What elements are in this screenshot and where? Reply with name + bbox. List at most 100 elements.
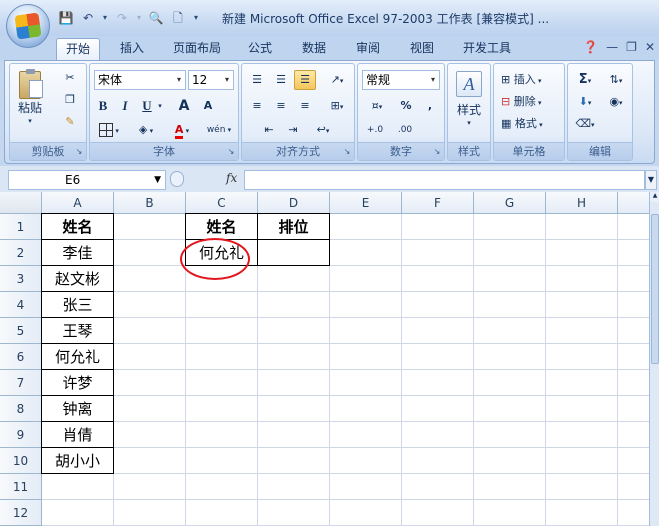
cell-a8[interactable]: 钟离 xyxy=(41,395,114,422)
shrink-font-button[interactable]: A xyxy=(198,96,218,116)
align-middle-button[interactable]: ☰ xyxy=(270,70,292,90)
align-right-button[interactable]: ≡ xyxy=(294,96,316,116)
increase-decimal-button[interactable]: +.0 xyxy=(362,120,388,140)
undo-dropdown-icon[interactable]: ▾ xyxy=(102,10,108,26)
column-header-c[interactable]: C xyxy=(186,192,258,214)
font-launcher-icon[interactable]: ↘ xyxy=(226,147,236,157)
format-cells-button[interactable]: ▦ 格式 ▾ xyxy=(498,114,562,134)
insert-cells-button[interactable]: ⊞ 插入 ▾ xyxy=(498,70,562,90)
underline-button[interactable]: U xyxy=(138,96,156,116)
vertical-scrollbar[interactable]: ▲ xyxy=(649,192,659,526)
row-header-1[interactable]: 1 xyxy=(0,214,42,240)
grow-font-button[interactable]: A xyxy=(174,96,194,116)
font-name-combo[interactable]: 宋体 ▾ xyxy=(94,70,186,90)
cell-a3[interactable]: 赵文彬 xyxy=(41,265,114,292)
tab-page-layout[interactable]: 页面布局 xyxy=(166,38,228,60)
restore-workbook-icon[interactable]: ❐ xyxy=(626,40,637,54)
increase-indent-button[interactable]: ⇥ xyxy=(282,120,304,140)
decrease-indent-button[interactable]: ⇤ xyxy=(258,120,280,140)
row-header-10[interactable]: 10 xyxy=(0,448,42,474)
delete-cells-button[interactable]: ⊟ 删除 ▾ xyxy=(498,92,562,112)
redo-icon[interactable]: ↷ xyxy=(114,10,130,26)
cell-a9[interactable]: 肖倩 xyxy=(41,421,114,448)
cell-a10[interactable]: 胡小小 xyxy=(41,447,114,474)
row-header-11[interactable]: 11 xyxy=(0,474,42,500)
font-color-button[interactable]: A ▾ xyxy=(166,120,198,140)
wrap-text-button[interactable]: ↩▾ xyxy=(308,120,338,140)
find-select-button[interactable]: ◉▾ xyxy=(602,92,630,112)
bold-button[interactable]: B xyxy=(94,96,112,116)
currency-button[interactable]: ¤▾ xyxy=(362,96,392,116)
minimize-workbook-icon[interactable]: — xyxy=(606,40,618,54)
alignment-launcher-icon[interactable]: ↘ xyxy=(342,147,352,157)
cell-a2[interactable]: 李佳 xyxy=(41,239,114,266)
tab-home[interactable]: 开始 xyxy=(56,38,100,60)
save-icon[interactable]: 💾 xyxy=(58,10,74,26)
fill-button[interactable]: ⬇▾ xyxy=(572,92,598,112)
close-workbook-icon[interactable]: ✕ xyxy=(645,40,655,54)
worksheet-grid[interactable]: A B C D E F G H 1 2 3 4 5 6 7 8 9 10 11 12 姓名 李佳 赵文彬 张三 王琴 何允礼 许梦钟… xyxy=(0,192,649,526)
select-all-corner[interactable] xyxy=(0,192,42,214)
italic-button[interactable]: I xyxy=(116,96,134,116)
row-header-8[interactable]: 8 xyxy=(0,396,42,422)
cut-button[interactable]: ✂ xyxy=(60,68,80,88)
column-header-b[interactable]: B xyxy=(114,192,186,214)
redo-dropdown-icon[interactable]: ▾ xyxy=(136,10,142,26)
cell-d1[interactable]: 排位 xyxy=(257,213,330,240)
orientation-button[interactable]: ↗▾ xyxy=(322,70,352,90)
row-header-9[interactable]: 9 xyxy=(0,422,42,448)
cell-a5[interactable]: 王琴 xyxy=(41,317,114,344)
decrease-decimal-button[interactable]: .00 xyxy=(392,120,418,140)
tab-formulas[interactable]: 公式 xyxy=(240,38,280,60)
cell-a4[interactable]: 张三 xyxy=(41,291,114,318)
print-preview-icon[interactable]: 🔍 xyxy=(148,10,164,26)
row-header-2[interactable]: 2 xyxy=(0,240,42,266)
format-painter-button[interactable]: ✎ xyxy=(60,112,80,132)
column-header-d[interactable]: D xyxy=(258,192,330,214)
row-header-5[interactable]: 5 xyxy=(0,318,42,344)
copy-button[interactable]: ❐ xyxy=(60,90,80,110)
expand-formula-bar-icon[interactable]: ▼ xyxy=(645,170,657,190)
clipboard-launcher-icon[interactable]: ↘ xyxy=(74,147,84,157)
phonetic-button[interactable]: wén ▾ xyxy=(202,120,236,140)
cell-a7[interactable]: 许梦 xyxy=(41,369,114,396)
undo-icon[interactable]: ↶ xyxy=(80,10,96,26)
tab-view[interactable]: 视图 xyxy=(402,38,442,60)
number-format-combo[interactable]: 常规 ▾ xyxy=(362,70,440,90)
fill-color-button[interactable]: ◈ ▾ xyxy=(130,120,162,140)
column-header-f[interactable]: F xyxy=(402,192,474,214)
formula-input[interactable] xyxy=(244,170,645,190)
tab-review[interactable]: 审阅 xyxy=(348,38,388,60)
row-header-4[interactable]: 4 xyxy=(0,292,42,318)
cell-c2[interactable]: 何允礼 xyxy=(185,239,258,266)
office-button[interactable] xyxy=(6,4,50,48)
column-header-a[interactable]: A xyxy=(42,192,114,214)
borders-button[interactable]: ▾ xyxy=(94,120,124,140)
tab-developer[interactable]: 开发工具 xyxy=(456,38,518,60)
column-header-g[interactable]: G xyxy=(474,192,546,214)
percent-button[interactable]: % xyxy=(396,96,416,116)
help-icon[interactable]: ❓ xyxy=(583,40,598,54)
column-header-e[interactable]: E xyxy=(330,192,402,214)
align-left-button[interactable]: ≡ xyxy=(246,96,268,116)
cell-c1[interactable]: 姓名 xyxy=(185,213,258,240)
tab-insert[interactable]: 插入 xyxy=(112,38,152,60)
scroll-thumb[interactable] xyxy=(651,214,659,364)
formula-bar-grip-icon[interactable] xyxy=(170,171,184,187)
new-document-icon[interactable]: 🗋 xyxy=(170,10,186,26)
name-box[interactable]: E6 ▼ xyxy=(8,170,166,190)
row-header-7[interactable]: 7 xyxy=(0,370,42,396)
row-header-6[interactable]: 6 xyxy=(0,344,42,370)
underline-dropdown-icon[interactable]: ▾ xyxy=(156,96,164,116)
styles-button[interactable]: A 样式 ▾ xyxy=(452,68,486,140)
number-launcher-icon[interactable]: ↘ xyxy=(432,147,442,157)
align-center-button[interactable]: ≡ xyxy=(270,96,292,116)
column-header-h[interactable]: H xyxy=(546,192,618,214)
comma-button[interactable]: , xyxy=(420,96,440,116)
cell-d2[interactable] xyxy=(257,239,330,266)
cell-a6[interactable]: 何允礼 xyxy=(41,343,114,370)
font-size-combo[interactable]: 12 ▾ xyxy=(188,70,234,90)
row-header-3[interactable]: 3 xyxy=(0,266,42,292)
sort-filter-button[interactable]: ⇅▾ xyxy=(602,70,630,90)
cell-a1[interactable]: 姓名 xyxy=(41,213,114,240)
